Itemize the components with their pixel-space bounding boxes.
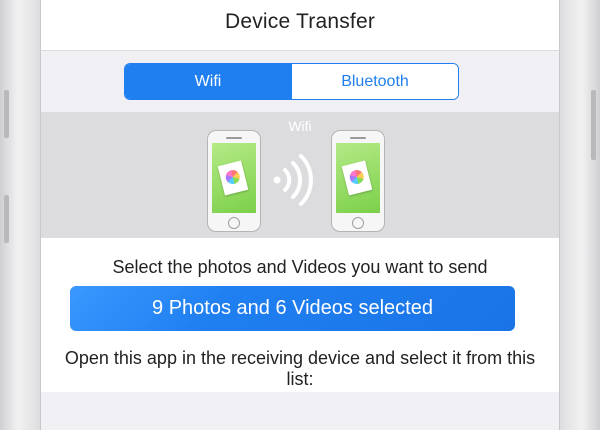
page-title: Device Transfer xyxy=(224,10,376,33)
volume-button xyxy=(4,90,9,138)
instruction-text: Select the photos and Videos you want to… xyxy=(112,257,488,277)
illustration-caption: Wifi xyxy=(288,118,312,134)
app-screen: Device Transfer Wifi Bluetooth Wifi Sele… xyxy=(40,0,560,430)
transfer-mode-segmented-control: Wifi Bluetooth xyxy=(124,63,459,100)
power-button xyxy=(591,90,596,160)
segment-wifi[interactable]: Wifi xyxy=(125,64,291,99)
wifi-signal-icon xyxy=(273,154,313,206)
navigation-bar: Device Transfer xyxy=(41,0,559,51)
segment-area: Wifi Bluetooth xyxy=(41,51,559,112)
photos-app-icon xyxy=(217,160,249,196)
phone-icon xyxy=(331,130,385,232)
receiving-device-info: Open this app in the receiving device an… xyxy=(64,348,536,389)
device-frame-left xyxy=(0,0,40,430)
volume-button xyxy=(4,195,9,243)
transfer-illustration: Wifi xyxy=(41,112,559,238)
device-list xyxy=(41,392,559,430)
photos-app-icon xyxy=(341,160,373,196)
device-frame-right xyxy=(560,0,600,430)
phone-icon xyxy=(207,130,261,232)
segment-bluetooth[interactable]: Bluetooth xyxy=(291,64,458,99)
select-media-button[interactable]: 9 Photos and 6 Videos selected xyxy=(70,286,515,331)
